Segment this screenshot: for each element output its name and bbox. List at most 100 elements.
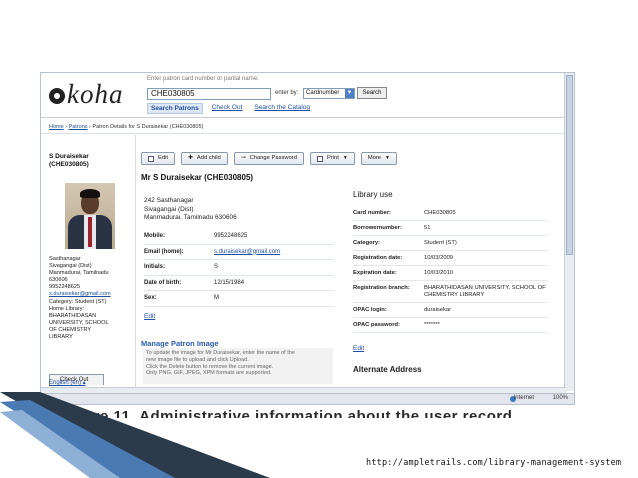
detail-row: Date of birth: 12/15/1984 [144,276,334,291]
library-row: OPAC login: duraisekar [353,303,548,318]
library-value: duraisekar [424,307,452,313]
edit-button[interactable]: Edit [141,152,175,165]
language-link[interactable]: English (en) ▴ [49,379,86,386]
search-button[interactable]: Search [357,87,387,99]
tab-search-patrons[interactable]: Search Patrons [147,103,203,114]
tab-search-catalog[interactable]: Search the Catalog [251,103,313,114]
change-password-label: Change Password [249,155,297,161]
breadcrumb-patrons-link[interactable]: Patrons [69,124,88,130]
sidebar-category: Category: Student (ST) [49,298,107,305]
library-row: Registration branch: BHARATHIDASAN UNIVER… [353,281,548,303]
manage-patron-image-box: To update the image for Mr Duraisekar, e… [143,348,333,384]
detail-row: Sex: M [144,291,334,307]
library-label: Category: [353,240,381,246]
library-use-table: Card number: CHE030805 Borrowernumber: 51 … [353,206,548,333]
library-value: 51 [424,225,431,231]
library-label: Borrowernumber: [353,225,402,231]
library-row: Registration date: 10/03/2009 [353,251,548,266]
footer-url[interactable]: http://ampletrails.com/library-managemen… [366,458,621,468]
card-number-input[interactable]: CHE030805 [147,88,271,100]
chevron-down-icon: ▼ [345,89,354,98]
email-link[interactable]: s.duraisekar@gmail.com [214,249,280,255]
search-tabs: Search Patrons Check Out Search the Cata… [147,103,313,114]
sidebar-cardnumber: (CHE030805) [49,161,89,168]
detail-label: Mobile: [144,233,165,239]
library-value: CHE030805 [424,210,456,216]
sidebar-address-line: Manmadurai, Tamilnadu [49,270,109,277]
patron-address: 242 Sasthanagar Sivagangai (Dist) Manmad… [144,197,237,223]
search-hint: Enter patron card number or partial name… [147,76,259,82]
manage-image-text: Click the Delete button to remove the cu… [146,363,274,370]
sidebar-phone: 9952248625 [49,284,81,291]
sidebar-name-line: S Duraisekar [49,153,89,160]
print-button[interactable]: Print ▼ [309,152,355,165]
more-button[interactable]: More ▼ [360,152,397,165]
detail-value: M [214,295,219,301]
patron-title: Mr S Duraisekar (CHE030805) [141,173,254,182]
sidebar-home-library: OF CHEMISTRY [49,326,92,333]
patron-sidebar: S Duraisekar (CHE030805) Sasthanagar Siv… [41,135,136,390]
sidebar-email-link[interactable]: s.duraisekar@gmail.com [49,291,133,298]
library-value: Student (ST) [424,240,457,246]
scrollbar-thumb[interactable] [566,75,573,255]
library-value: 10/03/2009 [424,255,454,261]
detail-label: Sex: [144,295,157,301]
koha-logo[interactable]: koha [49,79,123,109]
library-row: Borrowernumber: 51 [353,221,548,236]
manage-patron-image-heading: Manage Patron Image [141,339,219,348]
slide: koha Enter patron card number or partial… [0,0,638,478]
tab-check-out[interactable]: Check Out [209,103,246,114]
breadcrumb-current: › Patron Details for S Duraisekar (CHE03… [87,124,204,130]
more-label: More [367,155,382,161]
library-label: OPAC password: [353,322,400,328]
manage-image-text: new image file to upload and click Uploa… [146,356,249,363]
add-child-label: Add child [196,155,221,161]
manage-image-text: To update the image for Mr Duraisekar, e… [146,350,295,356]
sidebar-patron-name: S Duraisekar (CHE030805) [49,153,89,169]
sidebar-address-line: 630606 [49,277,68,284]
library-value: BHARATHIDASAN UNIVERSITY, SCHOOL OF CHEM… [424,285,546,298]
enter-by-select[interactable]: Cardnumber ▼ [303,88,355,99]
vertical-scrollbar[interactable] [564,73,574,391]
sidebar-address-line: Sasthanagar [49,256,81,262]
browser-window: koha Enter patron card number or partial… [40,72,575,405]
library-value: ******* [424,322,440,328]
alternate-address-heading: Alternate Address [353,365,422,374]
detail-label: Date of birth: [144,279,182,286]
edit-library-use-link[interactable]: Edit [353,345,364,352]
koha-logo-text: koha [67,78,124,109]
library-label: OPAC login: [353,307,387,313]
library-row: OPAC password: ******* [353,318,548,333]
change-password-button[interactable]: ⊸ Change Password [233,152,304,165]
breadcrumb-divider [41,133,566,134]
enter-by-value: Cardnumber [306,90,340,96]
add-child-button[interactable]: ✚ Add child [181,152,228,165]
sidebar-address-line: Sivagangai (Dist) [49,263,92,270]
sidebar-home-library: BHARATHIDASAN [49,312,97,319]
sidebar-home-library: UNIVERSITY, SCHOOL [49,319,109,326]
detail-value: 9952248625 [214,233,248,239]
patron-address-line: Sivagangai (Dist) [144,205,194,213]
header-divider [41,117,566,118]
breadcrumb-home-link[interactable]: Home [49,124,64,130]
breadcrumb: Home › Patrons › Patron Details for S Du… [49,124,203,130]
patron-address-line: 242 Sasthanagar [144,197,194,204]
library-value: 10/03/2010 [424,270,454,276]
chevron-down-icon: ▼ [342,155,348,161]
patron-address-line: Manmadurai, Tamilnadu 630606 [144,214,237,222]
detail-label: Initials: [144,264,166,270]
sidebar-address: Sasthanagar Sivagangai (Dist) Manmadurai… [49,256,133,341]
plus-icon: ✚ [188,155,193,161]
detail-row: Initials: S [144,260,334,276]
library-label: Card number: [353,210,392,216]
chevron-down-icon: ▼ [385,155,390,161]
edit-icon [148,155,154,162]
detail-row: Email (home): s.duraisekar@gmail.com [144,245,334,260]
library-label: Registration branch: [353,285,410,291]
library-label: Registration date: [353,255,403,261]
zoom-level[interactable]: 100% [553,395,568,401]
detail-value: S [214,264,219,270]
sidebar-home-library-label: Home Library: [49,305,85,312]
edit-details-link[interactable]: Edit [144,313,155,320]
security-zone: Internet [513,395,534,401]
